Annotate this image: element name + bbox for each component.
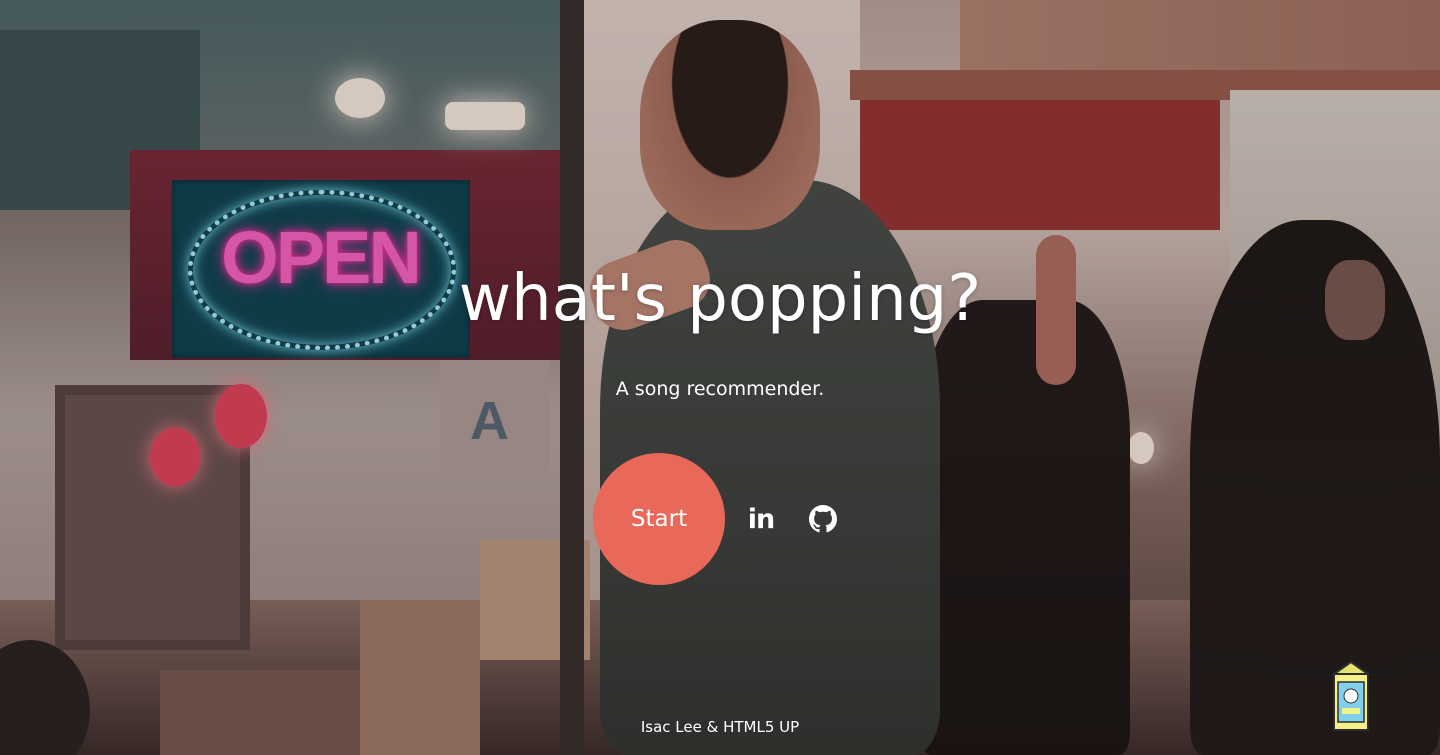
actions: Start in <box>593 453 869 585</box>
linkedin-icon: in <box>747 503 776 535</box>
start-button[interactable]: Start <box>593 453 725 585</box>
lemonade-carton-icon <box>1330 660 1372 731</box>
hero: what's popping? A song recommender. Star… <box>0 0 1440 755</box>
page-title: what's popping? <box>458 262 982 336</box>
footer-credit: Isac Lee & HTML5 UP <box>640 718 800 736</box>
page-subtitle: A song recommender. <box>615 378 825 400</box>
page: OPEN A what's popping? A song recommende… <box>0 0 1440 755</box>
github-icon <box>809 505 837 533</box>
social-links: in <box>745 503 869 535</box>
linkedin-link[interactable]: in <box>745 503 777 535</box>
github-link[interactable] <box>807 503 839 535</box>
